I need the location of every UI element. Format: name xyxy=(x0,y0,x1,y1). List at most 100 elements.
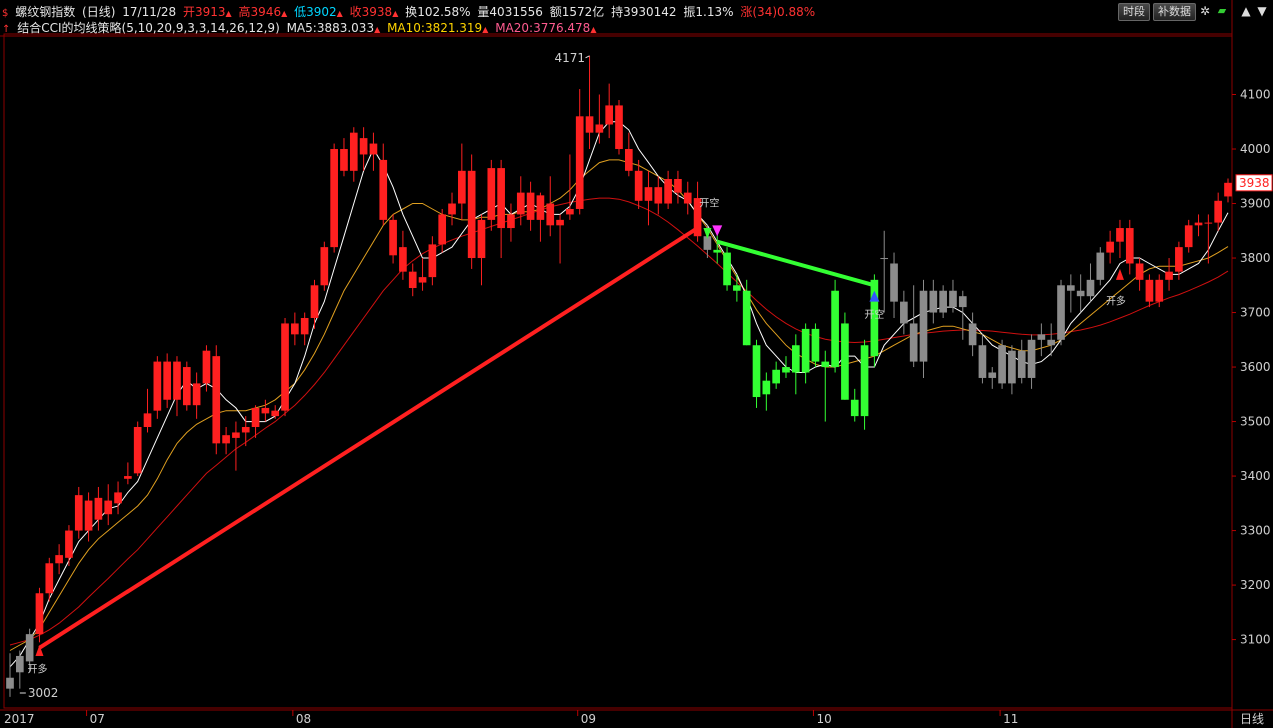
candle-body xyxy=(114,492,122,504)
candle-body xyxy=(1037,334,1046,340)
candle-body xyxy=(968,323,977,346)
candle-body xyxy=(300,317,309,335)
price-tick-label: 3800 xyxy=(1240,251,1271,265)
current-price-label: 3938 xyxy=(1239,176,1270,190)
price-tick-label: 3900 xyxy=(1240,197,1271,211)
candle-body xyxy=(978,345,987,378)
candle-body xyxy=(507,214,515,229)
price-tick-label: 3200 xyxy=(1240,578,1271,592)
candle-body xyxy=(458,170,466,204)
short-trend-line xyxy=(716,239,875,288)
candle-body xyxy=(399,247,407,272)
candle-body xyxy=(55,555,63,564)
candle-body xyxy=(654,187,663,204)
candle-body xyxy=(733,285,741,291)
candle-body xyxy=(133,427,142,474)
candle-body xyxy=(850,399,859,417)
candle-body xyxy=(1224,182,1232,197)
candle-body xyxy=(605,105,614,125)
candle-body xyxy=(516,192,525,215)
candle-body xyxy=(143,413,152,428)
price-tick-label: 3400 xyxy=(1240,469,1271,483)
candle-body xyxy=(939,290,947,313)
candle-body xyxy=(477,219,486,259)
candle-body xyxy=(801,328,810,373)
candle-body xyxy=(291,323,299,335)
price-tick-label: 3500 xyxy=(1240,415,1271,429)
candle-body xyxy=(202,350,211,384)
candle-body xyxy=(1096,252,1105,280)
candle-body xyxy=(153,361,162,411)
ma10-line xyxy=(9,159,1229,651)
candle-body xyxy=(25,634,34,662)
signal-label-close-long: 开空 xyxy=(699,196,719,209)
price-tick-label: 3300 xyxy=(1240,524,1271,538)
candle-body xyxy=(821,361,830,368)
candle-body xyxy=(74,495,83,531)
candle-body xyxy=(15,655,24,673)
candle-body xyxy=(389,219,397,256)
date-label: 07 xyxy=(90,712,105,726)
price-tick-label: 3600 xyxy=(1240,360,1271,374)
signal-label-open-short: 开空 xyxy=(864,308,884,321)
candle-body xyxy=(1165,271,1173,280)
candle-body xyxy=(644,187,653,201)
candle-body xyxy=(1155,279,1164,302)
price-tick-label: 4100 xyxy=(1240,88,1271,102)
candle-body xyxy=(349,132,358,171)
candle-body xyxy=(566,208,574,215)
chart-window: $ 螺纹钢指数 (日线) 17/11/28 开3913▲ 高3946▲ 低390… xyxy=(0,0,1273,728)
candle-body xyxy=(595,124,604,133)
date-label: 08 xyxy=(296,712,311,726)
candle-body xyxy=(379,159,388,220)
candle-body xyxy=(35,593,44,635)
candle-body xyxy=(841,323,849,400)
candle-body xyxy=(1076,290,1085,297)
candle-body xyxy=(1194,222,1203,226)
candle-body xyxy=(900,301,908,324)
candle-body xyxy=(104,500,113,515)
price-tick-label: 4000 xyxy=(1240,142,1271,156)
candle-body xyxy=(1067,285,1075,291)
candle-body xyxy=(664,178,672,204)
candle-body xyxy=(674,178,682,193)
low-price-label: 3002 xyxy=(28,686,59,700)
candle-body xyxy=(310,285,319,318)
candlestick-chart[interactable]: 41713002开多开空开空开多 41004000390038003700360… xyxy=(0,0,1273,728)
candle-body xyxy=(998,345,1006,384)
long-signal-arrow-icon xyxy=(1115,268,1124,280)
candle-body xyxy=(467,170,476,259)
candle-body xyxy=(762,380,771,395)
candle-body xyxy=(330,149,338,248)
candle-body xyxy=(320,247,329,286)
candle-body xyxy=(683,192,692,204)
candle-body xyxy=(791,345,800,373)
date-label: 11 xyxy=(1003,712,1018,726)
candle-body xyxy=(536,195,545,220)
candle-body xyxy=(45,563,54,594)
candle-body xyxy=(251,407,260,428)
short-entry-marker-icon xyxy=(712,225,723,237)
candle-body xyxy=(723,252,731,286)
price-axis: 4100 4000 3900 3800 3700 3600 3500 3400 3300 3200… xyxy=(1232,88,1273,647)
candle-body xyxy=(1057,285,1065,340)
date-label: 09 xyxy=(581,712,596,726)
candle-body xyxy=(556,219,564,226)
candle-body xyxy=(448,203,456,215)
candle-body xyxy=(418,277,427,283)
candle-body xyxy=(94,497,103,520)
price-tick-label: 3700 xyxy=(1240,306,1271,320)
candle-body xyxy=(497,168,505,229)
signal-label-open-long: 开多 xyxy=(27,662,47,675)
date-label: 2017 xyxy=(4,712,35,726)
signal-label-open-long-2: 开多 xyxy=(1106,294,1126,307)
candle-body xyxy=(811,328,820,362)
candle-body xyxy=(1204,222,1213,224)
candle-body xyxy=(428,244,437,278)
candle-body xyxy=(772,369,780,384)
candle-body xyxy=(1175,247,1183,272)
candle-body xyxy=(192,383,201,406)
candle-body xyxy=(546,203,555,226)
candle-body xyxy=(212,356,221,444)
ma5-line xyxy=(9,121,1229,668)
